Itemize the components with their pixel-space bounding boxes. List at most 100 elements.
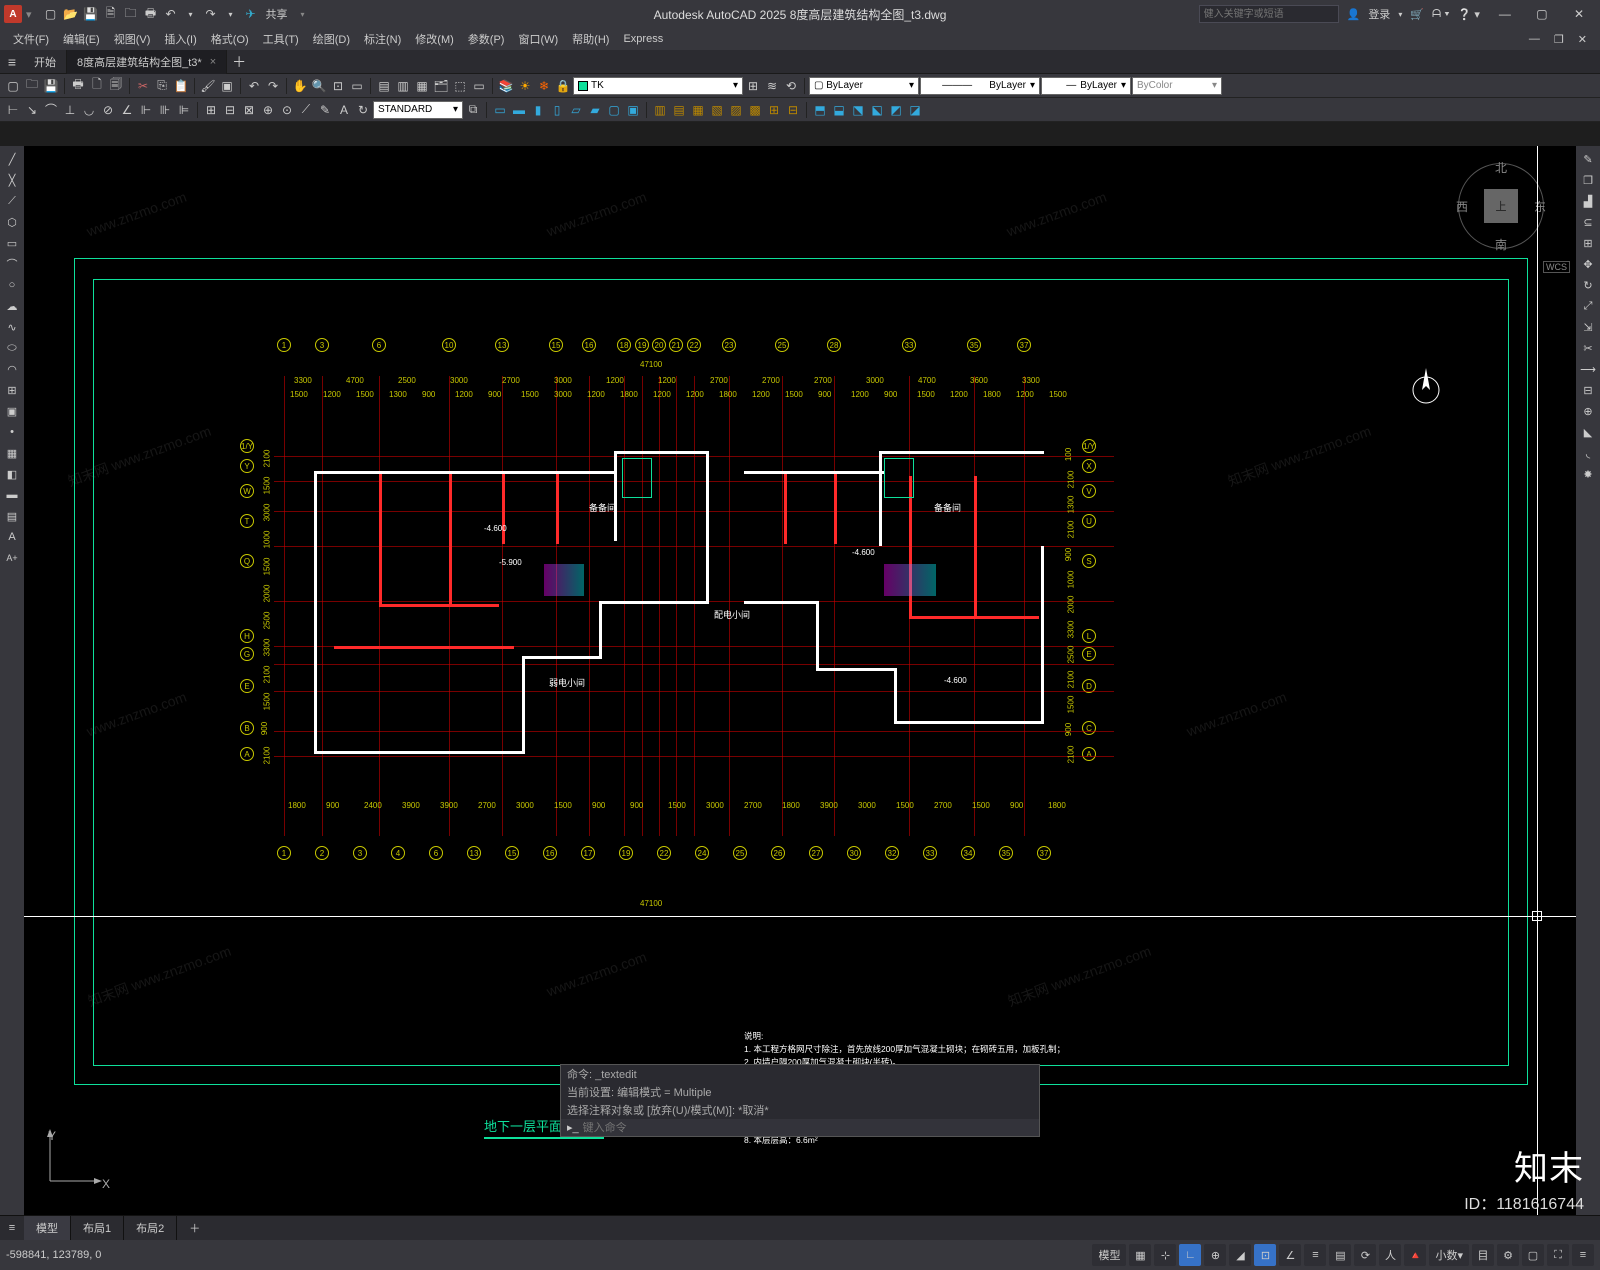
dim-ord-icon[interactable]: ⊥ xyxy=(61,101,79,119)
dimstyle-dropdown[interactable]: STANDARD▾ xyxy=(373,101,463,119)
tb-dc-icon[interactable]: ▥ xyxy=(394,77,412,95)
user-icon[interactable]: 👤 xyxy=(1347,8,1361,21)
erase-icon[interactable]: ✎ xyxy=(1579,150,1597,168)
dim-linear-icon[interactable]: ⊢ xyxy=(4,101,22,119)
tb-layerprev-icon[interactable]: ⟲ xyxy=(782,77,800,95)
plotcolor-dropdown[interactable]: ByColor▾ xyxy=(1132,77,1222,95)
viewcube-n[interactable]: 北 xyxy=(1495,159,1507,176)
view5-icon[interactable]: ◩ xyxy=(887,101,905,119)
viewcube-s[interactable]: 南 xyxy=(1495,236,1507,253)
tb-cut-icon[interactable]: ✂ xyxy=(134,77,152,95)
dim-space-icon[interactable]: ⊞ xyxy=(202,101,220,119)
tb-layermatch-icon[interactable]: ≋ xyxy=(763,77,781,95)
color-dropdown[interactable]: ▢ ByLayer▾ xyxy=(809,77,919,95)
tab-start[interactable]: 开始 xyxy=(24,50,67,74)
mirror-icon[interactable]: ▟ xyxy=(1579,192,1597,210)
view-cube[interactable]: 上 北 南 西 东 xyxy=(1456,161,1546,251)
dim-cont-icon[interactable]: ⊫ xyxy=(175,101,193,119)
plot-icon[interactable]: 🖶 xyxy=(142,5,160,23)
filetabs-menu-icon[interactable]: ≡ xyxy=(0,54,24,70)
vis8-icon[interactable]: ▣ xyxy=(624,101,642,119)
tb-match-icon[interactable]: 🖌 xyxy=(199,77,217,95)
line-icon[interactable]: ╱ xyxy=(3,150,21,168)
menu-format[interactable]: 格式(O) xyxy=(204,31,256,47)
vis7-icon[interactable]: ▢ xyxy=(605,101,623,119)
dim-center-icon[interactable]: ⊕ xyxy=(259,101,277,119)
polygon-icon[interactable]: ⬡ xyxy=(3,213,21,231)
ref7-icon[interactable]: ⊞ xyxy=(765,101,783,119)
point-icon[interactable]: • xyxy=(3,423,21,441)
insert-icon[interactable]: ⊞ xyxy=(3,381,21,399)
table-icon[interactable]: ▤ xyxy=(3,507,21,525)
dim-insp-icon[interactable]: ⊙ xyxy=(278,101,296,119)
dim-aligned-icon[interactable]: ↘ xyxy=(23,101,41,119)
tab-add-layout-icon[interactable]: ＋ xyxy=(177,1216,212,1241)
tb-redo-icon[interactable]: ↷ xyxy=(264,77,282,95)
tb-new-icon[interactable]: ▢ xyxy=(4,77,22,95)
help-icon[interactable]: ❔ ▾ xyxy=(1458,8,1480,21)
tb-copy-icon[interactable]: ⎘ xyxy=(153,77,171,95)
menu-express[interactable]: Express xyxy=(616,33,670,45)
sb-model-toggle[interactable]: 模型 xyxy=(1092,1244,1126,1266)
tb-zoomext-icon[interactable]: ▭ xyxy=(348,77,366,95)
offset-icon[interactable]: ⊆ xyxy=(1579,213,1597,231)
tb-ssm-icon[interactable]: 🗂 xyxy=(432,77,450,95)
vis5-icon[interactable]: ▱ xyxy=(567,101,585,119)
sb-custom-icon[interactable]: ≡ xyxy=(1572,1244,1594,1266)
menu-view[interactable]: 视图(V) xyxy=(107,31,158,47)
tb-save-icon[interactable]: 💾 xyxy=(42,77,60,95)
help-search-input[interactable] xyxy=(1199,5,1339,23)
ref6-icon[interactable]: ▩ xyxy=(746,101,764,119)
sb-ws-icon[interactable]: ⚙ xyxy=(1497,1244,1519,1266)
sb-osnap-icon[interactable]: ⊡ xyxy=(1254,1244,1276,1266)
share-plane-icon[interactable]: ✈ xyxy=(242,5,260,23)
dim-ang-icon[interactable]: ∠ xyxy=(118,101,136,119)
tb-publish-icon[interactable]: 🗐 xyxy=(107,77,125,95)
rotate-icon[interactable]: ↻ xyxy=(1579,276,1597,294)
dim-arc-icon[interactable]: ⌒ xyxy=(42,101,60,119)
addsel-icon[interactable]: A+ xyxy=(3,549,21,567)
menu-help[interactable]: 帮助(H) xyxy=(565,31,616,47)
tb-freeze-icon[interactable]: ❄ xyxy=(535,77,553,95)
close-icon[interactable]: ✕ xyxy=(1562,0,1596,28)
model-space[interactable]: www.znzmo.com www.znzmo.com www.znzmo.co… xyxy=(24,146,1576,1215)
break-icon[interactable]: ⊟ xyxy=(1579,381,1597,399)
layouttabs-menu-icon[interactable]: ≡ xyxy=(0,1222,24,1234)
menu-draw[interactable]: 绘图(D) xyxy=(306,31,357,47)
tb-zoomwin-icon[interactable]: ⊡ xyxy=(329,77,347,95)
vis3-icon[interactable]: ▮ xyxy=(529,101,547,119)
save-icon[interactable]: 💾 xyxy=(82,5,100,23)
chamfer-icon[interactable]: ◣ xyxy=(1579,423,1597,441)
menu-edit[interactable]: 编辑(E) xyxy=(56,31,107,47)
tb-zoom-icon[interactable]: 🔍 xyxy=(310,77,328,95)
vis4-icon[interactable]: ▯ xyxy=(548,101,566,119)
tab-layout2[interactable]: 布局2 xyxy=(124,1216,177,1241)
dim-tedit-icon[interactable]: A xyxy=(335,101,353,119)
sb-cycle-icon[interactable]: ⟳ xyxy=(1354,1244,1376,1266)
tb-lock-icon[interactable]: 🔒 xyxy=(554,77,572,95)
vis2-icon[interactable]: ▬ xyxy=(510,101,528,119)
view1-icon[interactable]: ⬒ xyxy=(811,101,829,119)
open2-icon[interactable]: 🗀 xyxy=(122,5,140,23)
app-logo-icon[interactable]: A xyxy=(4,5,22,23)
tb-sun-icon[interactable]: ☀ xyxy=(516,77,534,95)
ref3-icon[interactable]: ▦ xyxy=(689,101,707,119)
ref5-icon[interactable]: ▨ xyxy=(727,101,745,119)
tab-layout1[interactable]: 布局1 xyxy=(71,1216,124,1241)
sb-units[interactable]: 小数 ▾ xyxy=(1429,1244,1469,1266)
login-label[interactable]: 登录 xyxy=(1368,6,1390,22)
ref2-icon[interactable]: ▤ xyxy=(670,101,688,119)
vis1-icon[interactable]: ▭ xyxy=(491,101,509,119)
menubar-minimize-icon[interactable]: — xyxy=(1522,33,1547,45)
scale-icon[interactable]: ⤢ xyxy=(1579,297,1597,315)
dim-update-icon[interactable]: ↻ xyxy=(354,101,372,119)
dim-base-icon[interactable]: ⊪ xyxy=(156,101,174,119)
dim-tol-icon[interactable]: ⊠ xyxy=(240,101,258,119)
sb-snap-icon[interactable]: ⊹ xyxy=(1154,1244,1176,1266)
ref4-icon[interactable]: ▧ xyxy=(708,101,726,119)
sb-trans-icon[interactable]: ▤ xyxy=(1329,1244,1351,1266)
revcloud-icon[interactable]: ☁ xyxy=(3,297,21,315)
dim-edit-icon[interactable]: ✎ xyxy=(316,101,334,119)
viewcube-w[interactable]: 西 xyxy=(1456,198,1468,215)
sb-lwt-icon[interactable]: ≡ xyxy=(1304,1244,1326,1266)
